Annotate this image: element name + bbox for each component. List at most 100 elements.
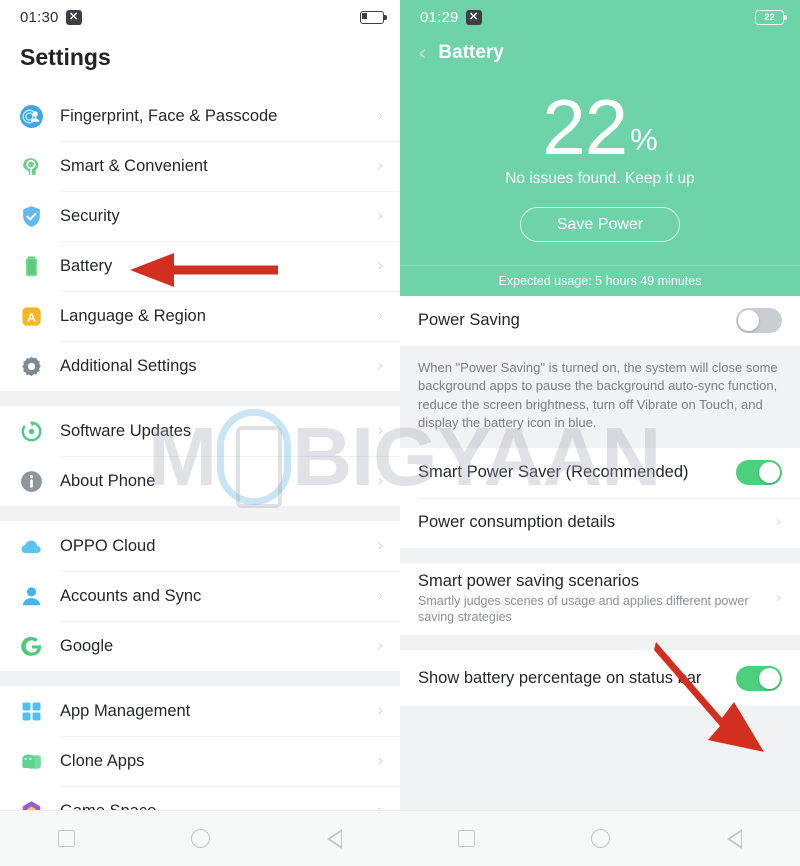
home-circle-icon[interactable] bbox=[191, 829, 211, 848]
info-icon bbox=[18, 468, 44, 494]
show-battery-percentage-toggle[interactable] bbox=[736, 665, 782, 691]
sidebar-item-smart-convenient[interactable]: Smart & Convenient › bbox=[0, 141, 400, 191]
sidebar-item-label: App Management bbox=[60, 701, 191, 720]
screen-title: Battery bbox=[438, 42, 504, 63]
gear-icon bbox=[18, 353, 44, 379]
scenarios-label: Smart power saving scenarios bbox=[418, 571, 640, 590]
power-consumption-details-label: Power consumption details bbox=[418, 513, 616, 532]
show-battery-percentage-label: Show battery percentage on status bar bbox=[418, 668, 702, 687]
battery-hero: 01:29 ✕ 22 ‹ Battery 22 % No issues foun… bbox=[400, 0, 800, 296]
section-divider bbox=[400, 547, 800, 563]
sidebar-item-label: Google bbox=[60, 636, 114, 655]
sidebar-item-label: OPPO Cloud bbox=[60, 536, 156, 555]
chevron-right-icon: › bbox=[377, 205, 384, 226]
chevron-right-icon: › bbox=[377, 585, 384, 606]
smart-power-saver-row[interactable]: Smart Power Saver (Recommended) bbox=[400, 447, 800, 498]
back-triangle-icon[interactable] bbox=[326, 828, 342, 849]
sidebar-item-label: Battery bbox=[60, 256, 113, 275]
smart-power-saver-toggle[interactable] bbox=[736, 460, 782, 486]
chevron-right-icon: › bbox=[377, 155, 384, 176]
shield-icon bbox=[18, 203, 44, 229]
show-battery-percentage-row[interactable]: Show battery percentage on status bar bbox=[400, 650, 800, 707]
chevron-right-icon: › bbox=[377, 635, 384, 656]
chevron-right-icon: › bbox=[377, 700, 384, 721]
chevron-right-icon: › bbox=[377, 470, 384, 491]
power-saving-description: When "Power Saving" is turned on, the sy… bbox=[400, 345, 800, 448]
settings-group-1: Fingerprint, Face & Passcode › Smart & C… bbox=[0, 91, 400, 391]
battery-header: ‹ Battery bbox=[400, 34, 800, 70]
battery-low-icon bbox=[360, 10, 387, 24]
chevron-right-icon: › bbox=[775, 588, 782, 609]
scenarios-sublabel: Smartly judges scenes of usage and appli… bbox=[418, 593, 749, 625]
sidebar-item-security[interactable]: Security › bbox=[0, 191, 400, 241]
sidebar-item-label: Software Updates bbox=[60, 421, 192, 440]
battery-icon bbox=[18, 253, 44, 279]
chevron-right-icon: › bbox=[377, 750, 384, 771]
chevron-right-icon: › bbox=[377, 255, 384, 276]
chevron-right-icon: › bbox=[775, 512, 782, 533]
sidebar-item-oppo-cloud[interactable]: OPPO Cloud › bbox=[0, 521, 400, 571]
dual-screenshot: 01:30 ✕ Settings Fingerprint, Face & Pas… bbox=[0, 0, 800, 866]
section-divider bbox=[0, 506, 400, 521]
sidebar-item-label: Smart & Convenient bbox=[60, 156, 208, 175]
chevron-right-icon: › bbox=[377, 355, 384, 376]
battery-percent-value: 22 bbox=[542, 83, 628, 171]
fingerprint-face-icon bbox=[18, 103, 44, 129]
close-x-icon: ✕ bbox=[465, 9, 482, 25]
back-triangle-icon[interactable] bbox=[726, 828, 742, 849]
sidebar-item-language-region[interactable]: A Language & Region › bbox=[0, 291, 400, 341]
home-circle-icon[interactable] bbox=[591, 829, 611, 848]
sidebar-item-label: Clone Apps bbox=[60, 751, 145, 770]
cloud-icon bbox=[18, 533, 44, 559]
battery-percent-display: 22 % bbox=[400, 70, 800, 171]
status-bar-right: 01:29 ✕ 22 bbox=[400, 0, 800, 34]
sidebar-item-label: Language & Region bbox=[60, 306, 206, 325]
chevron-right-icon: › bbox=[377, 420, 384, 441]
sidebar-item-google[interactable]: Google › bbox=[0, 621, 400, 671]
smart-power-saving-scenarios-row[interactable]: Smart power saving scenarios Smartly jud… bbox=[400, 562, 800, 636]
settings-group-2: Software Updates › About Phone › bbox=[0, 406, 400, 506]
power-consumption-details-row[interactable]: Power consumption details › bbox=[400, 497, 800, 548]
smart-convenient-icon bbox=[18, 153, 44, 179]
settings-screen: 01:30 ✕ Settings Fingerprint, Face & Pas… bbox=[0, 0, 400, 866]
status-bar-left-group: 01:30 ✕ bbox=[20, 9, 82, 26]
power-saving-label: Power Saving bbox=[418, 311, 520, 330]
sidebar-item-label: Additional Settings bbox=[60, 356, 197, 375]
language-icon: A bbox=[18, 303, 44, 329]
sidebar-item-clone-apps[interactable]: Clone Apps › bbox=[0, 736, 400, 786]
expected-usage-text: Expected usage: 5 hours 49 minutes bbox=[400, 264, 800, 296]
svg-text:A: A bbox=[27, 310, 36, 324]
account-icon bbox=[18, 583, 44, 609]
refresh-icon bbox=[18, 418, 44, 444]
sidebar-item-battery[interactable]: Battery › bbox=[0, 241, 400, 291]
google-icon bbox=[18, 633, 44, 659]
power-saving-toggle[interactable] bbox=[736, 308, 782, 334]
save-power-button[interactable]: Save Power bbox=[520, 206, 680, 242]
sidebar-item-label: Accounts and Sync bbox=[60, 586, 202, 605]
sidebar-item-label: Security bbox=[60, 206, 120, 225]
sidebar-item-label: Fingerprint, Face & Passcode bbox=[60, 106, 278, 125]
percent-symbol: % bbox=[630, 122, 658, 157]
sidebar-item-app-management[interactable]: App Management › bbox=[0, 686, 400, 736]
scenarios-text-column: Smart power saving scenarios Smartly jud… bbox=[418, 563, 775, 636]
sidebar-item-about-phone[interactable]: About Phone › bbox=[0, 456, 400, 506]
settings-group-3: OPPO Cloud › Accounts and Sync › Google … bbox=[0, 521, 400, 671]
sidebar-item-software-updates[interactable]: Software Updates › bbox=[0, 406, 400, 456]
status-time: 01:29 bbox=[420, 8, 459, 26]
chevron-right-icon: › bbox=[377, 305, 384, 326]
page-title: Settings bbox=[0, 34, 400, 91]
navigation-bar-right bbox=[400, 810, 800, 866]
smart-power-saver-label: Smart Power Saver (Recommended) bbox=[418, 463, 689, 482]
recents-square-icon[interactable] bbox=[58, 830, 76, 847]
battery-status-text: No issues found. Keep it up bbox=[505, 169, 695, 187]
sidebar-item-additional-settings[interactable]: Additional Settings › bbox=[0, 341, 400, 391]
battery-screen: 01:29 ✕ 22 ‹ Battery 22 % No issues foun… bbox=[400, 0, 800, 866]
navigation-bar-left bbox=[0, 810, 400, 866]
sidebar-item-accounts-sync[interactable]: Accounts and Sync › bbox=[0, 571, 400, 621]
power-saving-row[interactable]: Power Saving bbox=[400, 295, 800, 346]
recents-square-icon[interactable] bbox=[458, 830, 476, 847]
sidebar-item-fingerprint[interactable]: Fingerprint, Face & Passcode › bbox=[0, 91, 400, 141]
back-arrow-icon[interactable]: ‹ bbox=[418, 42, 426, 64]
status-time: 01:30 bbox=[20, 8, 59, 26]
status-bar-left-group: 01:29 ✕ bbox=[420, 9, 482, 26]
